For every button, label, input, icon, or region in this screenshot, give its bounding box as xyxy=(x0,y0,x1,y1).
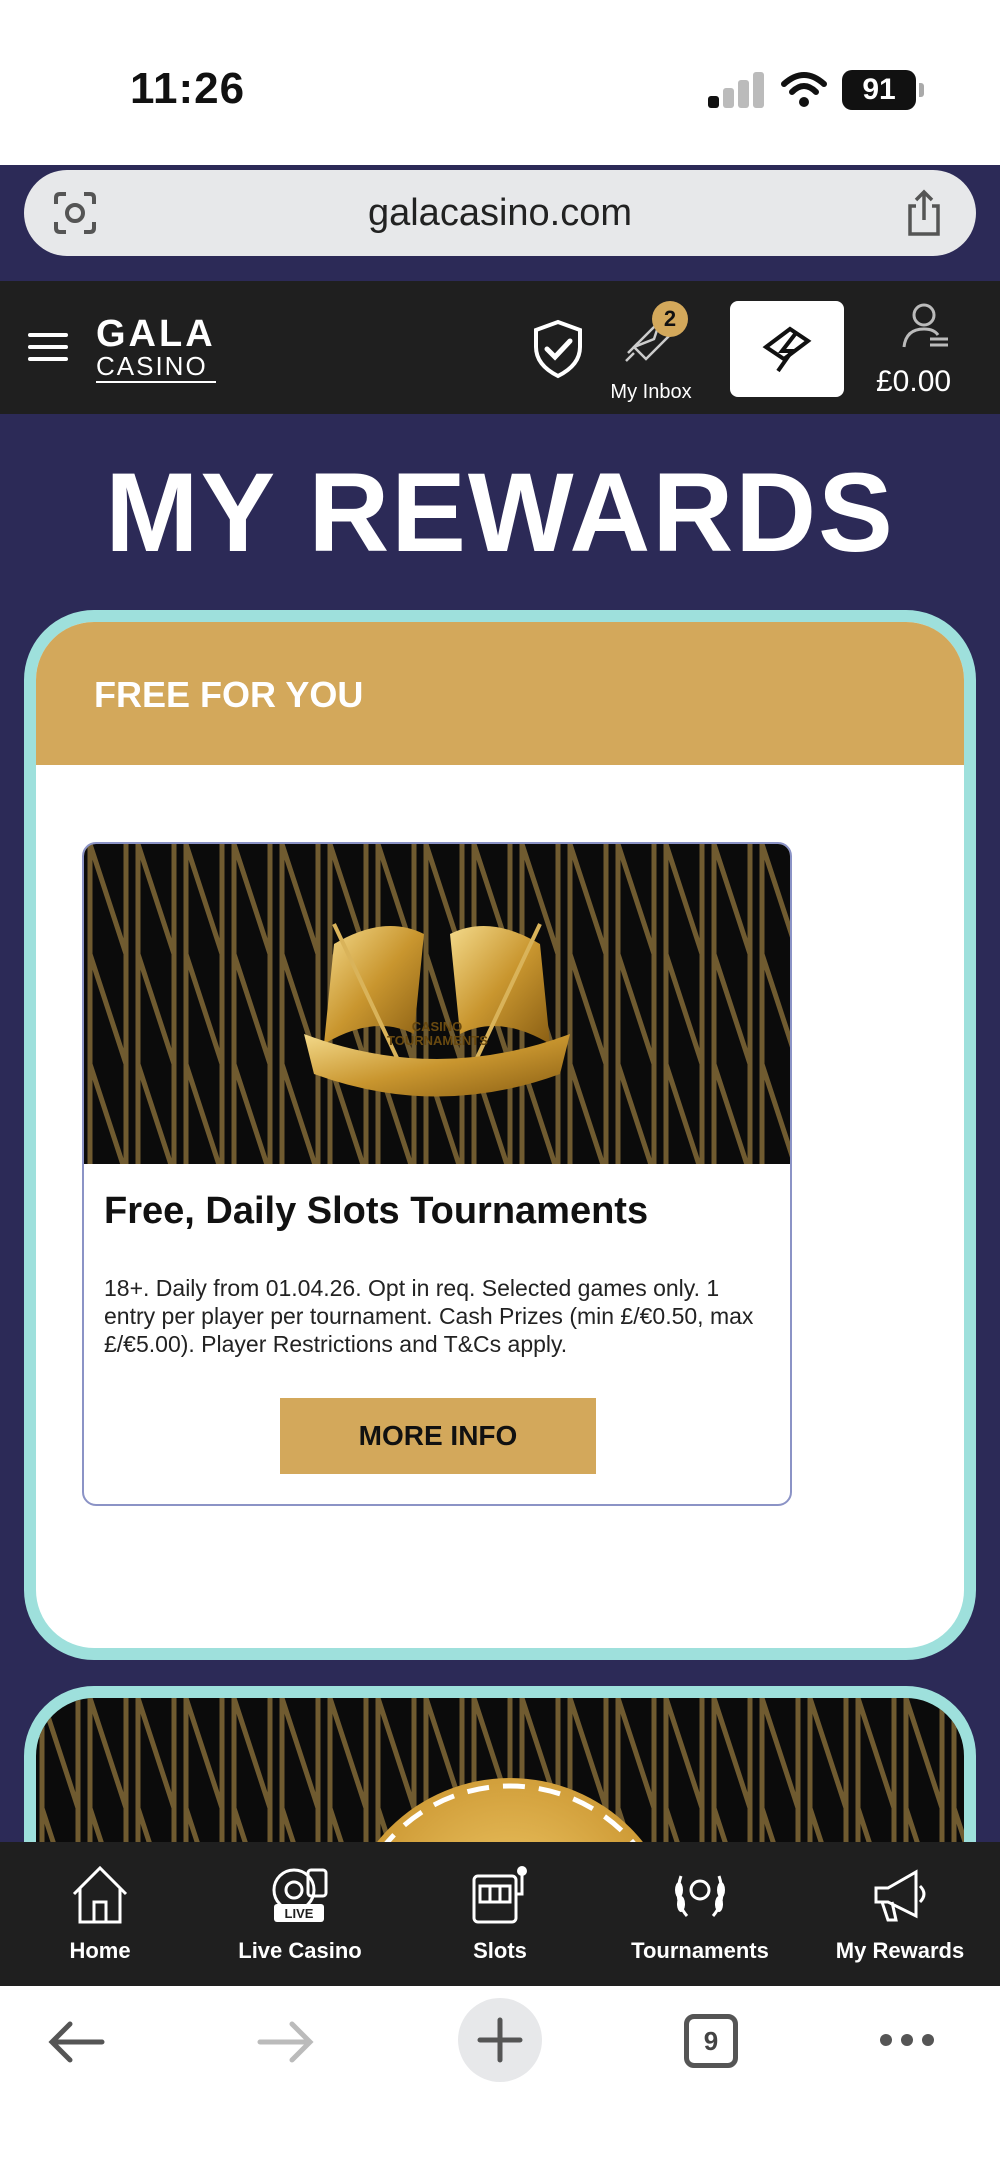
promo-title: Free, Daily Slots Tournaments xyxy=(104,1190,649,1232)
new-tab-button[interactable] xyxy=(458,1998,542,2082)
live-casino-icon: LIVE xyxy=(272,1868,328,1922)
quick-deposit-button[interactable] xyxy=(730,301,844,397)
share-icon[interactable] xyxy=(904,188,944,238)
inbox-count-badge: 2 xyxy=(652,301,688,337)
logo-line1: GALA xyxy=(96,313,216,355)
slot-machine-icon xyxy=(472,1866,527,1924)
bottom-navigation: Home LIVE Live Casino Slots Tournaments xyxy=(0,1842,1000,1986)
section-header: FREE FOR YOU xyxy=(36,622,964,765)
forward-arrow-icon[interactable] xyxy=(256,2020,316,2064)
url-text[interactable]: galacasino.com xyxy=(24,192,976,235)
home-icon xyxy=(72,1865,128,1924)
status-bar: 11:26 91 xyxy=(0,0,1000,165)
nav-label-home: Home xyxy=(69,1938,131,1963)
shield-check-icon[interactable] xyxy=(532,319,584,379)
nav-label-slots: Slots xyxy=(473,1938,527,1963)
banner-text: CASINO TOURNAMENTS xyxy=(387,1019,488,1048)
account-balance[interactable]: £0.00 xyxy=(876,365,951,399)
nav-live-casino[interactable]: LIVE Live Casino xyxy=(200,1842,400,1986)
browser-toolbar: 9 xyxy=(0,1986,1000,2171)
account-icon[interactable] xyxy=(900,301,952,351)
laurel-icon xyxy=(675,1875,725,1917)
status-time: 11:26 xyxy=(130,64,246,113)
nav-my-rewards[interactable]: My Rewards xyxy=(800,1842,1000,1986)
logo-line2: CASINO xyxy=(96,353,216,383)
section-heading: FREE FOR YOU xyxy=(94,674,364,715)
nav-slots[interactable]: Slots xyxy=(400,1842,600,1986)
promo-terms: 18+. Daily from 01.04.26. Opt in req. Se… xyxy=(104,1275,754,1357)
tournament-banner-image: CASINO TOURNAMENTS xyxy=(84,844,790,1164)
promo-card[interactable]: CASINO TOURNAMENTS Free, Daily Slots Tou… xyxy=(82,842,792,1506)
site-header: GALA CASINO 2 My Inbox £0.00 xyxy=(0,281,1000,414)
page-title: MY REWARDS xyxy=(105,450,895,575)
svg-text:LIVE: LIVE xyxy=(285,1906,314,1921)
back-arrow-icon[interactable] xyxy=(46,2020,106,2064)
nav-label-tournaments: Tournaments xyxy=(631,1938,769,1963)
card-bolt-icon xyxy=(762,326,812,373)
plus-icon xyxy=(477,2017,523,2063)
gala-casino-logo[interactable]: GALA CASINO xyxy=(96,315,216,383)
battery-indicator: 91 xyxy=(842,70,924,110)
nav-label-live-casino: Live Casino xyxy=(238,1938,362,1963)
tab-switcher-button[interactable]: 9 xyxy=(684,2014,738,2068)
nav-tournaments[interactable]: Tournaments xyxy=(600,1842,800,1986)
megaphone-icon xyxy=(874,1869,926,1922)
signal-icon xyxy=(708,72,764,108)
menu-icon[interactable] xyxy=(28,333,68,363)
nav-label-my-rewards: My Rewards xyxy=(835,1938,965,1963)
more-info-button[interactable]: MORE INFO xyxy=(280,1398,596,1474)
more-options-icon[interactable] xyxy=(878,2032,936,2048)
address-bar[interactable]: galacasino.com xyxy=(24,170,976,256)
inbox-button[interactable]: 2 My Inbox xyxy=(610,301,692,403)
inbox-label: My Inbox xyxy=(610,381,692,403)
nav-home[interactable]: Home xyxy=(0,1842,200,1986)
wifi-icon xyxy=(781,72,827,107)
